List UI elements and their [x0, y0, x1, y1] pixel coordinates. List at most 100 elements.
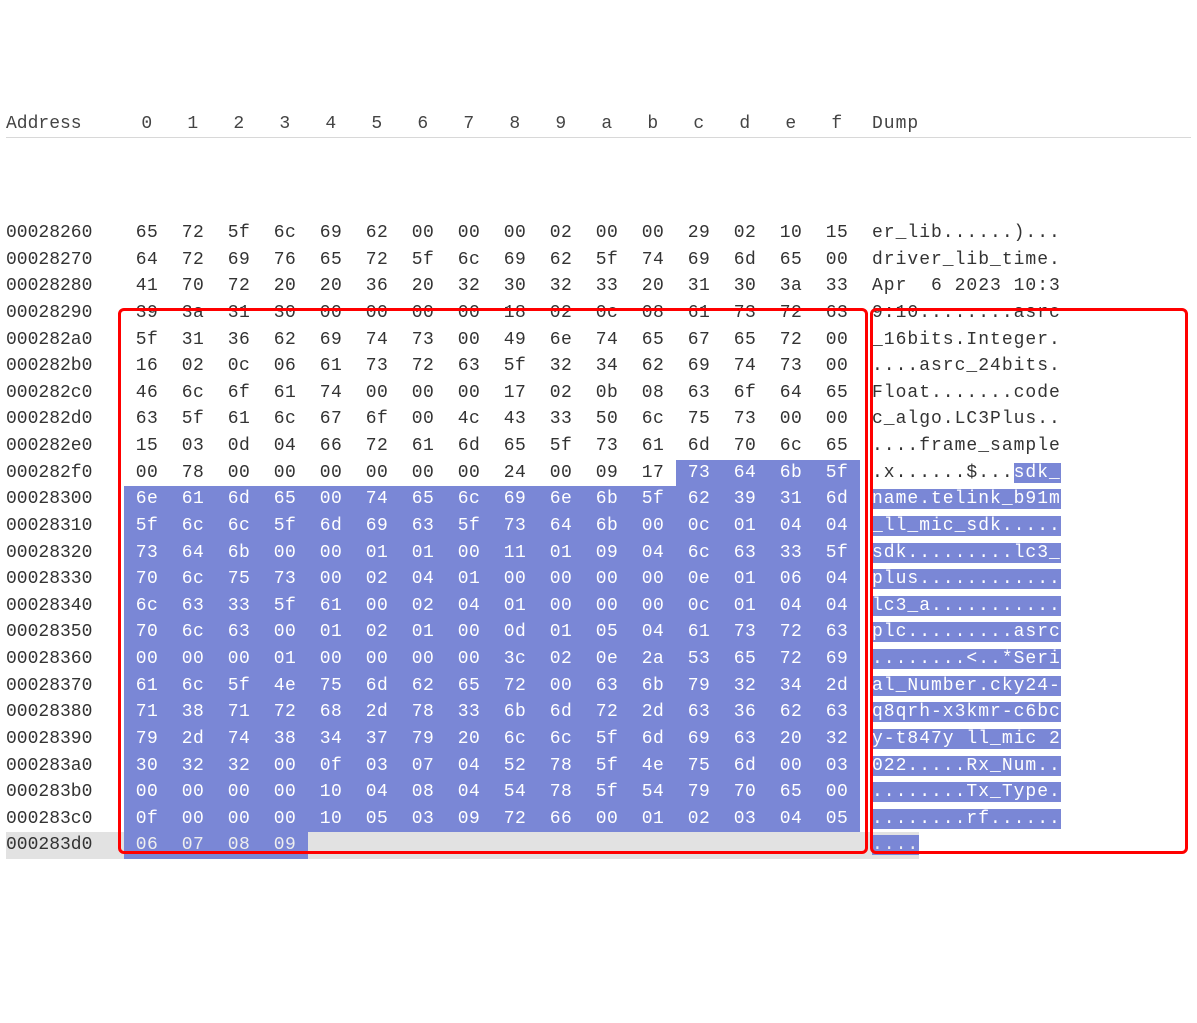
- hex-byte[interactable]: 64: [538, 513, 584, 540]
- hex-byte[interactable]: 01: [538, 540, 584, 567]
- hex-byte[interactable]: 72: [216, 273, 262, 300]
- hex-byte[interactable]: 00: [538, 460, 584, 487]
- hex-byte[interactable]: 00: [538, 673, 584, 700]
- hex-byte[interactable]: 67: [308, 406, 354, 433]
- hex-byte[interactable]: 6d: [676, 433, 722, 460]
- hex-byte[interactable]: 5f: [584, 247, 630, 274]
- hex-byte[interactable]: [400, 832, 446, 859]
- hex-byte[interactable]: 69: [676, 247, 722, 274]
- hex-byte[interactable]: 5f: [492, 353, 538, 380]
- hex-byte[interactable]: 64: [170, 540, 216, 567]
- hex-byte[interactable]: 00: [124, 779, 170, 806]
- hex-byte[interactable]: 75: [216, 566, 262, 593]
- hex-byte[interactable]: 30: [124, 753, 170, 780]
- hex-byte[interactable]: 00: [446, 300, 492, 327]
- hex-byte[interactable]: 07: [170, 832, 216, 859]
- address-cell[interactable]: 00028280: [6, 273, 124, 300]
- hex-byte[interactable]: 70: [124, 619, 170, 646]
- hex-bytes[interactable]: 635f616c676f004c4333506c75730000: [124, 406, 860, 433]
- hex-byte[interactable]: 02: [722, 220, 768, 247]
- hex-byte[interactable]: 72: [768, 300, 814, 327]
- hex-byte[interactable]: 74: [722, 353, 768, 380]
- hex-byte[interactable]: 6c: [492, 726, 538, 753]
- hex-byte[interactable]: 00: [446, 646, 492, 673]
- address-cell[interactable]: 000282f0: [6, 460, 124, 487]
- hex-byte[interactable]: [722, 832, 768, 859]
- address-cell[interactable]: 00028380: [6, 699, 124, 726]
- hex-byte[interactable]: 62: [630, 353, 676, 380]
- hex-byte[interactable]: 5f: [216, 220, 262, 247]
- hex-byte[interactable]: 00: [170, 779, 216, 806]
- hex-byte[interactable]: 04: [814, 513, 860, 540]
- hex-byte[interactable]: 5f: [170, 406, 216, 433]
- hex-byte[interactable]: 74: [354, 486, 400, 513]
- hex-row[interactable]: 000282e015030d046672616d655f73616d706c65…: [6, 433, 1191, 460]
- dump-cell[interactable]: Apr 6 2023 10:3: [860, 273, 1061, 300]
- hex-byte[interactable]: 73: [400, 327, 446, 354]
- hex-byte[interactable]: 01: [722, 566, 768, 593]
- hex-byte[interactable]: 31: [676, 273, 722, 300]
- hex-byte[interactable]: 6c: [170, 566, 216, 593]
- hex-byte[interactable]: 79: [124, 726, 170, 753]
- hex-byte[interactable]: 04: [630, 619, 676, 646]
- hex-byte[interactable]: 04: [446, 779, 492, 806]
- hex-byte[interactable]: 00: [538, 566, 584, 593]
- hex-byte[interactable]: 63: [216, 619, 262, 646]
- hex-byte[interactable]: 00: [308, 460, 354, 487]
- hex-byte[interactable]: 00: [308, 646, 354, 673]
- hex-byte[interactable]: 63: [400, 513, 446, 540]
- hex-bytes[interactable]: 5f31366269747300496e746567657200: [124, 327, 860, 354]
- hex-byte[interactable]: 63: [676, 380, 722, 407]
- hex-byte[interactable]: 00: [262, 540, 308, 567]
- hex-byte[interactable]: 00: [630, 593, 676, 620]
- hex-byte[interactable]: 05: [584, 619, 630, 646]
- hex-row[interactable]: 000282a05f31366269747300496e746567657200…: [6, 327, 1191, 354]
- hex-byte[interactable]: 01: [400, 619, 446, 646]
- hex-row[interactable]: 00028330706c757300020401000000000e010604…: [6, 566, 1191, 593]
- hex-byte[interactable]: 02: [400, 593, 446, 620]
- hex-byte[interactable]: 6b: [630, 673, 676, 700]
- hex-bytes[interactable]: 6472697665725f6c69625f74696d6500: [124, 247, 860, 274]
- hex-byte[interactable]: 5f: [630, 486, 676, 513]
- hex-byte[interactable]: [814, 832, 860, 859]
- hex-byte[interactable]: 24: [492, 460, 538, 487]
- hex-byte[interactable]: 00: [262, 806, 308, 833]
- hex-byte[interactable]: 04: [446, 593, 492, 620]
- hex-byte[interactable]: 16: [124, 353, 170, 380]
- dump-cell[interactable]: name.telink_b91m: [860, 486, 1061, 513]
- hex-byte[interactable]: 3a: [170, 300, 216, 327]
- hex-byte[interactable]: 6c: [446, 247, 492, 274]
- hex-byte[interactable]: 65: [308, 247, 354, 274]
- address-cell[interactable]: 00028340: [6, 593, 124, 620]
- hex-byte[interactable]: 75: [676, 753, 722, 780]
- hex-byte[interactable]: 78: [400, 699, 446, 726]
- hex-byte[interactable]: 30: [262, 300, 308, 327]
- hex-byte[interactable]: 00: [354, 646, 400, 673]
- hex-byte[interactable]: 33: [584, 273, 630, 300]
- hex-row[interactable]: 0002828041707220203620323032332031303a33…: [6, 273, 1191, 300]
- hex-byte[interactable]: 33: [216, 593, 262, 620]
- hex-byte[interactable]: [630, 832, 676, 859]
- hex-byte[interactable]: 6d: [446, 433, 492, 460]
- hex-byte[interactable]: 62: [354, 220, 400, 247]
- hex-bytes[interactable]: 71387172682d78336b6d722d63366263: [124, 699, 860, 726]
- hex-byte[interactable]: 04: [814, 593, 860, 620]
- hex-byte[interactable]: 6c: [170, 673, 216, 700]
- hex-byte[interactable]: 38: [170, 699, 216, 726]
- hex-byte[interactable]: 00: [814, 406, 860, 433]
- hex-byte[interactable]: 00: [400, 220, 446, 247]
- hex-byte[interactable]: [308, 832, 354, 859]
- hex-byte[interactable]: 61: [170, 486, 216, 513]
- hex-byte[interactable]: 78: [538, 753, 584, 780]
- hex-byte[interactable]: 34: [768, 673, 814, 700]
- hex-byte[interactable]: 6d: [630, 726, 676, 753]
- hex-byte[interactable]: 2a: [630, 646, 676, 673]
- hex-byte[interactable]: 06: [768, 566, 814, 593]
- address-cell[interactable]: 000283d0: [6, 832, 124, 859]
- address-cell[interactable]: 00028310: [6, 513, 124, 540]
- hex-byte[interactable]: 61: [400, 433, 446, 460]
- hex-byte[interactable]: 39: [124, 300, 170, 327]
- hex-row[interactable]: 0002836000000001000000003c020e2a53657269…: [6, 646, 1191, 673]
- hex-byte[interactable]: 74: [354, 327, 400, 354]
- hex-byte[interactable]: 00: [768, 406, 814, 433]
